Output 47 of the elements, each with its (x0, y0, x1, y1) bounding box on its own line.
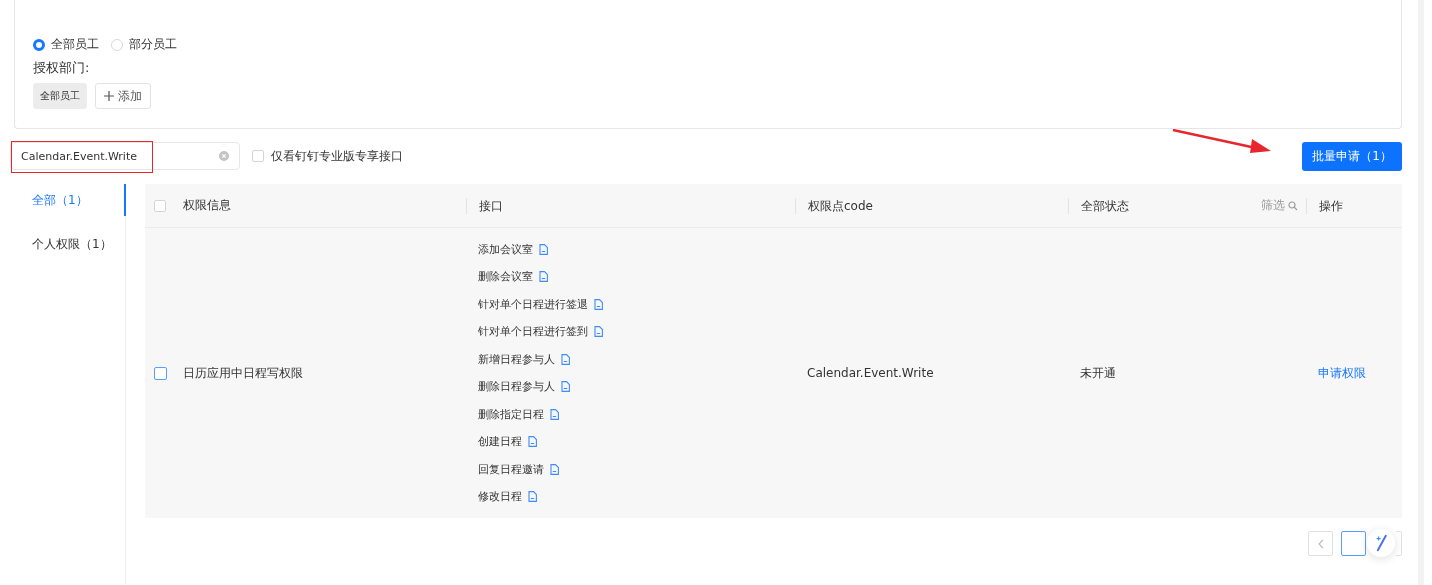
document-icon[interactable] (561, 353, 570, 365)
radio-option[interactable]: 部分员工 (111, 36, 177, 53)
api-name: 针对单个日程进行签退 (478, 296, 588, 312)
api-name: 删除日程参与人 (478, 379, 555, 395)
table-cell: Calendar.Event.Write (807, 366, 934, 380)
column-header: 权限点code (808, 198, 873, 213)
batch-apply-button[interactable]: 批量申请（1） (1302, 141, 1402, 171)
document-icon[interactable] (594, 326, 603, 338)
dept-label: 授权部门: (33, 59, 91, 77)
select-all-checkbox[interactable] (154, 199, 166, 212)
document-icon[interactable] (528, 436, 537, 448)
document-icon[interactable] (594, 298, 603, 310)
dept-tag: 全部员工 (33, 83, 87, 109)
api-name: 修改日程 (478, 489, 522, 505)
document-icon[interactable] (539, 271, 548, 283)
api-name: 新增日程参与人 (478, 351, 555, 367)
category-tab[interactable]: 个人权限（1） (10, 228, 126, 272)
magic-wand-button[interactable] (1367, 529, 1395, 557)
plus-icon (104, 91, 114, 101)
category-tab[interactable]: 全部（1） (10, 184, 126, 216)
row-checkbox[interactable] (153, 366, 167, 380)
search-field[interactable]: Calendar.Event.Write (10, 142, 240, 170)
document-icon[interactable] (539, 243, 548, 255)
api-name: 删除会议室 (478, 269, 533, 285)
api-name: 针对单个日程进行签到 (478, 324, 588, 340)
table-cell: 未开通 (1080, 364, 1116, 382)
document-icon[interactable] (550, 408, 559, 420)
radio-option[interactable]: 全部员工 (33, 36, 99, 53)
pro-only-checkbox[interactable]: 仅看钉钉专业版专享接口 (252, 147, 403, 165)
api-name: 回复日程邀请 (478, 461, 544, 477)
column-header: 权限信息 (183, 198, 231, 212)
column-header: 操作 (1319, 198, 1343, 213)
document-icon[interactable] (550, 463, 559, 475)
api-name: 添加会议室 (478, 241, 533, 257)
search-icon (1288, 200, 1298, 211)
column-header: 全部状态 (1081, 197, 1129, 214)
page-button[interactable] (1341, 531, 1366, 556)
document-icon[interactable] (561, 381, 570, 393)
chevron-left-icon (1317, 538, 1324, 549)
apply-link[interactable]: 申请权限 (1318, 364, 1366, 382)
api-name: 删除指定日程 (478, 406, 544, 422)
table-cell: 日历应用中日程写权限 (183, 364, 303, 382)
add-button[interactable]: 添加 (95, 83, 151, 109)
clear-icon (219, 151, 229, 161)
api-name: 创建日程 (478, 434, 522, 450)
column-header: 接口 (479, 198, 503, 213)
document-icon[interactable] (528, 491, 537, 503)
